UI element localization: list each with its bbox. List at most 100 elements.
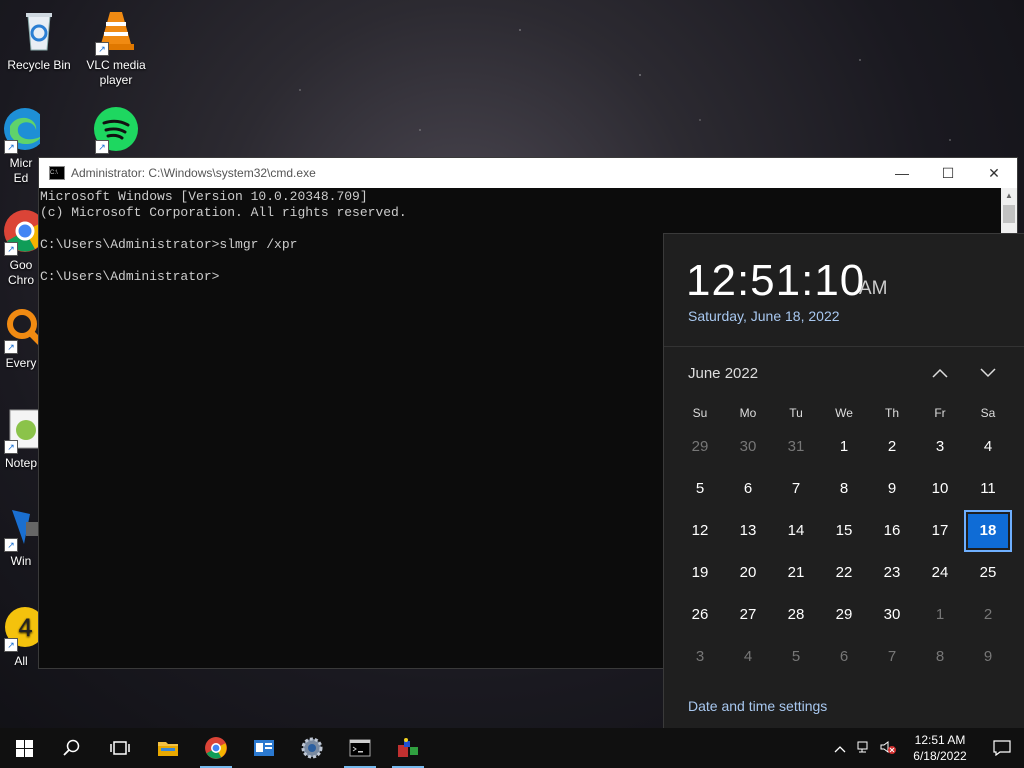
previous-month-chevron-up-icon[interactable] — [928, 362, 952, 386]
edge-icon: ↗ — [2, 106, 40, 154]
volume-muted-icon[interactable] — [876, 739, 900, 758]
date-time-settings-link[interactable]: Date and time settings — [688, 698, 827, 714]
desktop-icon-edge[interactable]: ↗ Micr Ed — [2, 106, 40, 186]
calendar-day[interactable]: 6 — [820, 636, 868, 678]
task-view-button[interactable] — [96, 728, 144, 768]
calendar-day[interactable]: 13 — [724, 510, 772, 552]
calendar-day[interactable]: 4 — [724, 636, 772, 678]
calendar-day[interactable]: 12 — [676, 510, 724, 552]
weekday-label: We — [835, 406, 853, 420]
calendar-day[interactable]: 15 — [820, 510, 868, 552]
system-tray: 12:51 AM 6/18/2022 — [828, 728, 1024, 768]
desktop-icon-win[interactable]: ↗ Win — [2, 504, 40, 569]
calendar-day[interactable]: 7 — [868, 636, 916, 678]
desktop-icon-recycle-bin[interactable]: Recycle Bin — [2, 8, 76, 73]
desktop-icon-everything[interactable]: ↗ Every — [2, 306, 40, 371]
calendar-day[interactable]: 2 — [964, 594, 1012, 636]
cmd-title-bar[interactable]: C:\ Administrator: C:\Windows\system32\c… — [39, 158, 1017, 188]
calendar-day[interactable]: 6 — [724, 468, 772, 510]
calendar-day[interactable]: 8 — [916, 636, 964, 678]
calendar-week-row: 19 20 21 22 23 24 25 — [676, 552, 1012, 594]
desktop-icon-vlc[interactable]: ↗ VLC media player — [79, 8, 153, 88]
network-icon[interactable] — [852, 739, 876, 758]
show-hidden-icons-chevron-up-icon[interactable] — [828, 740, 852, 756]
everything-search-icon: ↗ — [2, 306, 40, 354]
calendar-week-row: 3456789 — [676, 636, 1012, 678]
calendar-day[interactable]: 2 — [868, 426, 916, 468]
calendar-day[interactable]: 4 — [964, 426, 1012, 468]
search-button[interactable] — [48, 728, 96, 768]
weekday-label: Mo — [739, 406, 757, 420]
desktop-icon-notepadpp[interactable]: ↗ Notep — [2, 406, 40, 471]
scrollbar-thumb[interactable] — [1003, 205, 1015, 223]
start-button[interactable] — [0, 728, 48, 768]
calendar-day[interactable]: 5 — [772, 636, 820, 678]
calendar-day[interactable]: 27 — [724, 594, 772, 636]
cmd-window-title: Administrator: C:\Windows\system32\cmd.e… — [71, 166, 316, 180]
calendar-day[interactable]: 31 — [772, 426, 820, 468]
calendar-day[interactable]: 7 — [772, 468, 820, 510]
shortcut-arrow-icon: ↗ — [95, 42, 109, 56]
settings-taskbar-button[interactable] — [288, 728, 336, 768]
desktop-icon-all[interactable]: 4 ↗ All — [2, 604, 40, 669]
calendar-day[interactable]: 29 — [676, 426, 724, 468]
scroll-up-icon[interactable]: ▲ — [1001, 188, 1017, 204]
calendar-day[interactable]: 20 — [724, 552, 772, 594]
calendar-day[interactable]: 3 — [916, 426, 964, 468]
calendar-day[interactable]: 16 — [868, 510, 916, 552]
clock-calendar-flyout: 12:51:10 AM Saturday, June 18, 2022 June… — [663, 233, 1024, 729]
calendar-day[interactable]: 5 — [676, 468, 724, 510]
divider — [664, 346, 1024, 347]
vlc-cone-icon: ↗ — [93, 8, 139, 56]
calendar-day[interactable]: 10 — [916, 468, 964, 510]
calendar-day[interactable]: 11 — [964, 468, 1012, 510]
calendar-day[interactable]: 25 — [964, 552, 1012, 594]
flyout-full-date[interactable]: Saturday, June 18, 2022 — [688, 308, 840, 324]
all-app-icon: 4 ↗ — [2, 604, 40, 652]
calendar-month-label[interactable]: June 2022 — [688, 365, 758, 382]
calendar-day[interactable]: 1 — [820, 426, 868, 468]
shortcut-arrow-icon: ↗ — [4, 538, 18, 552]
action-center-button[interactable] — [980, 728, 1024, 768]
calendar-day-today[interactable]: 18 — [964, 510, 1012, 552]
calendar-day[interactable]: 8 — [820, 468, 868, 510]
calendar-day[interactable]: 9 — [964, 636, 1012, 678]
taskbar-clock[interactable]: 12:51 AM 6/18/2022 — [900, 732, 980, 764]
calendar-day[interactable]: 24 — [916, 552, 964, 594]
calendar-day[interactable]: 26 — [676, 594, 724, 636]
desktop-icon-chrome[interactable]: ↗ Goo Chro — [2, 208, 40, 288]
maximize-button[interactable]: ☐ — [925, 158, 971, 188]
calendar-day[interactable]: 30 — [724, 426, 772, 468]
calendar-day[interactable]: 23 — [868, 552, 916, 594]
calendar-day[interactable]: 14 — [772, 510, 820, 552]
calendar-day[interactable]: 1 — [916, 594, 964, 636]
calendar-weeks: 29 30 31 1 2 3 4 5 6 7 8 9 10 11 12 13 14 15 16 17 18 19 20 21 2… — [676, 426, 1012, 678]
flyout-ampm: AM — [859, 278, 888, 299]
flyout-time: 12:51:10 — [686, 256, 866, 305]
desktop-icon-label: Micr Ed — [9, 156, 33, 185]
svg-text:4: 4 — [18, 614, 33, 642]
calendar-day[interactable]: 17 — [916, 510, 964, 552]
cmd-taskbar-button[interactable] — [336, 728, 384, 768]
next-month-chevron-down-icon[interactable] — [976, 362, 1000, 386]
calendar-day[interactable]: 3 — [676, 636, 724, 678]
chrome-icon: ↗ — [2, 208, 40, 256]
file-explorer-taskbar-button[interactable] — [144, 728, 192, 768]
calendar-day[interactable]: 21 — [772, 552, 820, 594]
chrome-taskbar-button[interactable] — [192, 728, 240, 768]
paint-taskbar-button[interactable] — [384, 728, 432, 768]
minimize-button[interactable]: — — [879, 158, 925, 188]
close-button[interactable]: ✕ — [971, 158, 1017, 188]
weekday-header-row: Su Mo Tu We Th Fr Sa — [676, 400, 1012, 426]
calendar-day[interactable]: 22 — [820, 552, 868, 594]
calendar-day[interactable]: 28 — [772, 594, 820, 636]
calendar-day[interactable]: 19 — [676, 552, 724, 594]
task-view-icon — [110, 741, 130, 755]
server-manager-taskbar-button[interactable] — [240, 728, 288, 768]
desktop-icon-spotify[interactable]: ↗ — [79, 106, 153, 156]
file-explorer-icon — [158, 742, 178, 756]
calendar-day[interactable]: 29 — [820, 594, 868, 636]
calendar-day[interactable]: 30 — [868, 594, 916, 636]
calendar-day[interactable]: 9 — [868, 468, 916, 510]
windows-logo-icon — [15, 739, 33, 757]
